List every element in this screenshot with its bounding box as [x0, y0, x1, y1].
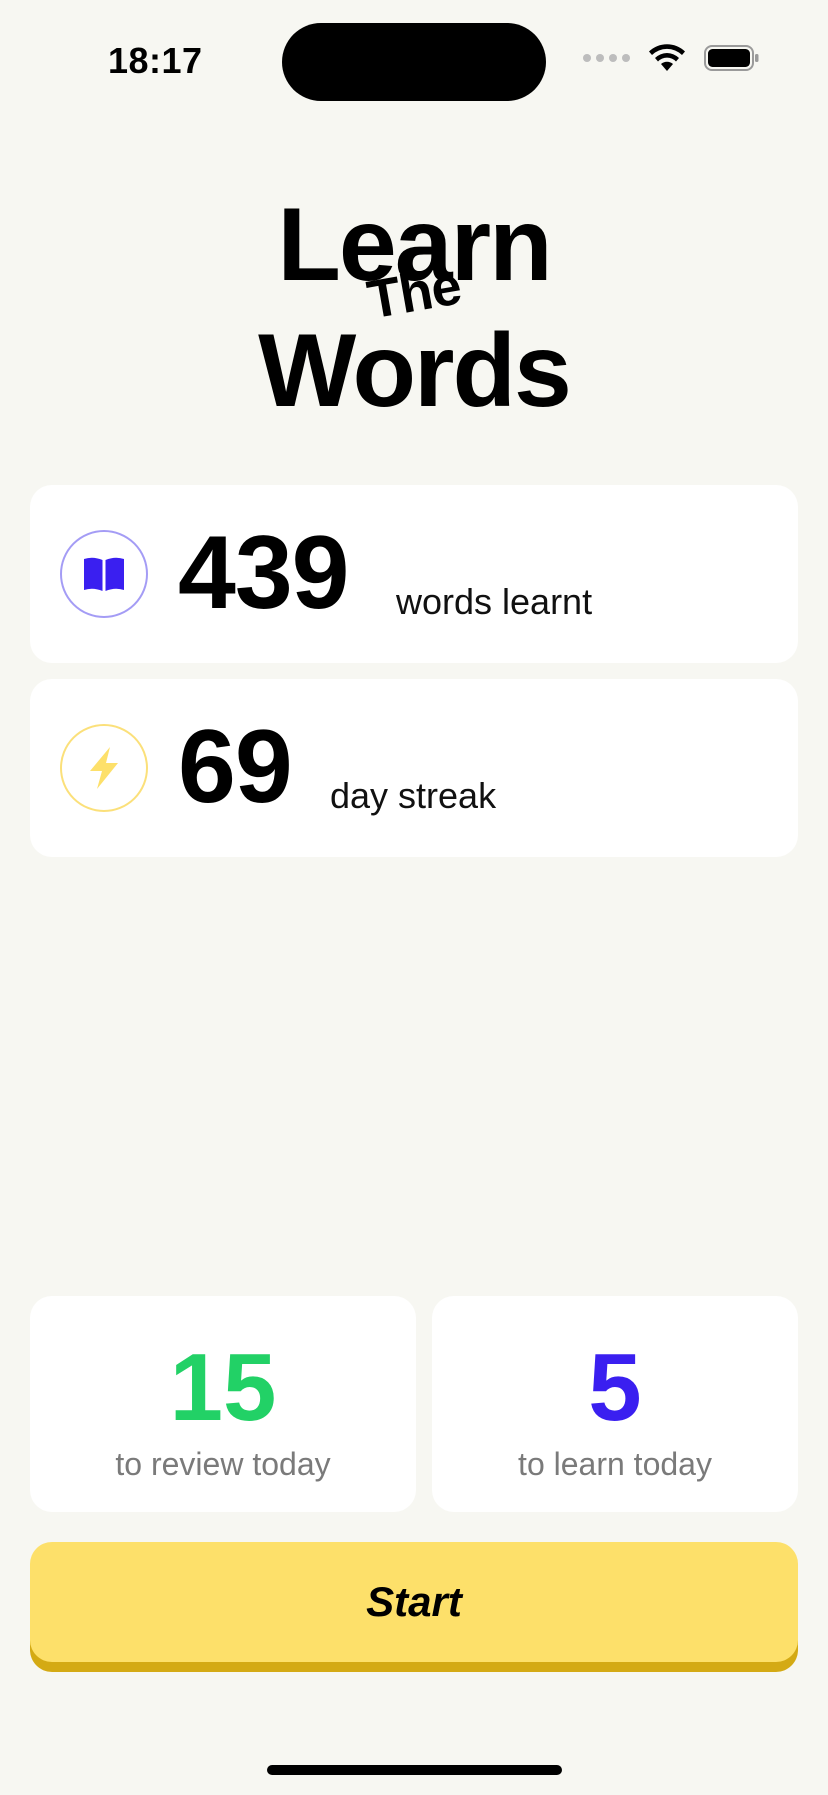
day-streak-label: day streak — [330, 775, 497, 816]
review-today-count: 15 — [169, 1334, 277, 1441]
battery-icon — [704, 45, 759, 71]
cellular-signal-icon — [583, 54, 630, 62]
review-today-card: 15 to review today — [30, 1296, 416, 1512]
wifi-icon — [649, 44, 685, 71]
start-button-label: Start — [366, 1578, 462, 1625]
home-indicator[interactable] — [267, 1765, 562, 1775]
start-button[interactable]: Start — [30, 1542, 798, 1662]
lightning-icon — [90, 747, 118, 789]
learn-today-label: to learn today — [518, 1446, 712, 1482]
day-streak-count: 69 — [178, 709, 293, 825]
book-icon-badge — [60, 530, 148, 618]
status-time: 18:17 — [108, 40, 203, 81]
learn-today-card: 5 to learn today — [432, 1296, 798, 1512]
words-learnt-label: words learnt — [396, 581, 593, 622]
words-learnt-count: 439 — [178, 515, 350, 631]
review-today-label: to review today — [115, 1446, 331, 1482]
app-screen: 18:17 Learn The Words 439 words learnt 6… — [0, 0, 828, 1795]
learn-today-count: 5 — [588, 1334, 642, 1441]
book-icon — [84, 557, 124, 591]
day-streak-card: 69 day streak — [30, 679, 798, 857]
words-learnt-card: 439 words learnt — [30, 485, 798, 663]
status-icons — [583, 44, 760, 72]
dynamic-island — [282, 23, 546, 101]
app-title: Learn The Words — [0, 193, 828, 423]
lightning-icon-badge — [60, 724, 148, 812]
